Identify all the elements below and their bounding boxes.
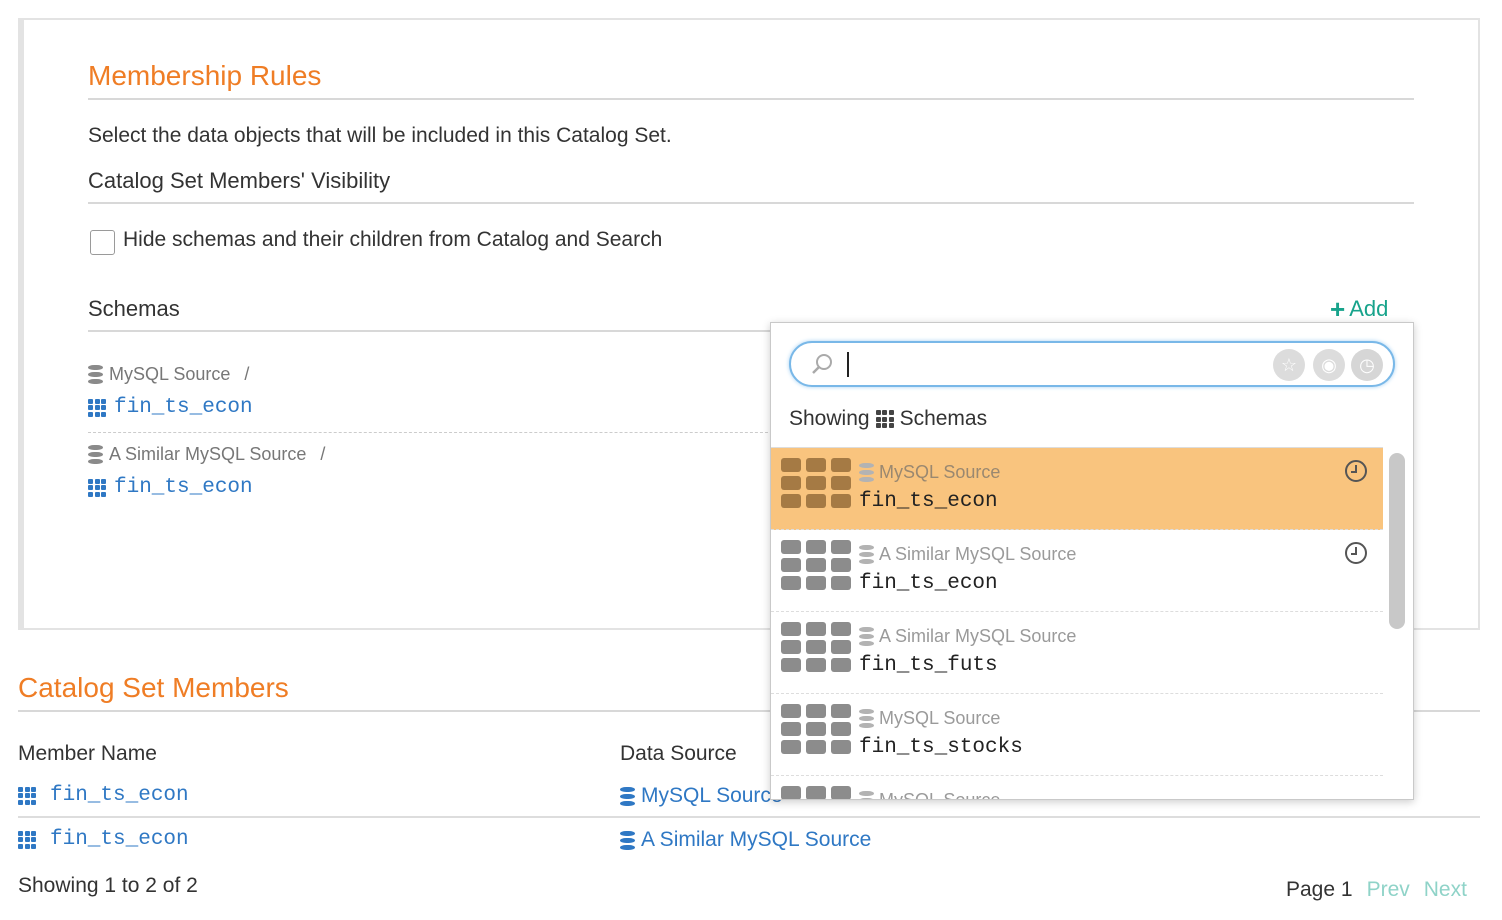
search-icon [812,354,832,374]
row-divider [18,816,1480,818]
schema-source-1: MySQL Source / [88,364,249,385]
item-source: A Similar MySQL Source [859,544,1076,565]
catalog-set-members-title: Catalog Set Members [18,672,289,703]
schema-results-list: MySQL Source fin_ts_econ A Similar MySQL… [771,447,1383,799]
plus-icon: + [1330,294,1346,324]
pagination-summary: Showing 1 to 2 of 2 [18,874,198,897]
item-source: A Similar MySQL Source [859,626,1076,647]
prev-page-link[interactable]: Prev [1367,878,1410,902]
database-icon [859,627,874,646]
database-icon [620,830,635,850]
divider [88,330,788,332]
column-header-member-name[interactable]: Member Name [18,742,157,766]
schema-grid-icon [88,478,106,497]
item-name: fin_ts_futs [859,654,998,677]
list-item[interactable]: A Similar MySQL Source fin_ts_futs [771,612,1383,694]
schema-name[interactable]: fin_ts_econ [114,396,253,419]
schema-picker-dropdown: ☆ ◉ ◷ Showing Schemas MySQL Source fin_t… [770,322,1414,800]
recent-clock-icon [1345,460,1367,482]
item-source: MySQL Source [859,462,1000,483]
recent-clock-icon [1345,542,1367,564]
data-source-link[interactable]: A Similar MySQL Source [620,828,871,852]
data-source-link[interactable]: MySQL Source [620,784,783,808]
hide-schemas-label[interactable]: Hide schemas and their children from Cat… [123,228,662,252]
database-icon [620,786,635,806]
database-icon [88,365,103,384]
schema-link-2[interactable]: fin_ts_econ [88,476,253,499]
schema-grid-icon [781,704,851,754]
schema-grid-icon [18,786,36,805]
next-page-link[interactable]: Next [1424,878,1467,902]
membership-description: Select the data objects that will be inc… [88,124,672,147]
hide-schemas-checkbox[interactable] [90,230,115,255]
database-icon [88,445,103,464]
schema-source-2: A Similar MySQL Source / [88,444,325,465]
add-label[interactable]: Add [1349,296,1388,322]
path-separator: / [244,364,250,384]
item-name: fin_ts_econ [859,490,998,513]
watched-filter-eye-icon[interactable]: ◉ [1313,349,1345,381]
showing-type-label: Showing Schemas [789,407,988,430]
column-header-data-source[interactable]: Data Source [620,742,737,766]
database-icon [859,463,874,482]
favorites-filter-star-icon[interactable]: ☆ [1273,349,1305,381]
membership-rules-title: Membership Rules [88,60,322,91]
page-indicator: Page 1 [1286,878,1353,901]
text-cursor [847,352,849,377]
recent-filter-clock-icon[interactable]: ◷ [1351,349,1383,381]
item-source: MySQL Source [859,790,1000,799]
database-icon [859,709,874,728]
schema-divider [88,432,788,433]
item-source: MySQL Source [859,708,1000,729]
schema-grid-icon [781,622,851,672]
item-name: fin_ts_stocks [859,736,1023,759]
item-name: fin_ts_econ [859,572,998,595]
schema-grid-icon [18,830,36,849]
schema-grid-icon [781,540,851,590]
schema-grid-icon [875,410,894,428]
schema-grid-icon [88,398,106,417]
divider [88,202,1414,204]
database-icon [859,791,874,799]
list-item[interactable]: MySQL Source fin_ts_stocks [771,694,1383,776]
list-item[interactable]: MySQL Source fin_ts_econ [771,448,1383,530]
member-name-link[interactable]: fin_ts_econ [18,784,189,807]
database-icon [859,545,874,564]
member-name-link[interactable]: fin_ts_econ [18,828,189,851]
schema-search-input[interactable]: ☆ ◉ ◷ [789,341,1395,387]
schema-name[interactable]: fin_ts_econ [114,476,253,499]
list-item[interactable]: A Similar MySQL Source fin_ts_econ [771,530,1383,612]
results-scrollbar[interactable] [1389,453,1405,629]
add-schema-button[interactable]: + Add [1330,296,1388,322]
schema-link-1[interactable]: fin_ts_econ [88,396,253,419]
divider [88,98,1414,100]
schema-source-name: A Similar MySQL Source [109,444,307,464]
visibility-heading: Catalog Set Members' Visibility [88,168,391,193]
list-item[interactable]: MySQL Source [771,776,1383,799]
schema-grid-icon [781,458,851,508]
path-separator: / [320,444,326,464]
schema-grid-icon [781,786,851,799]
schemas-heading: Schemas [88,296,180,321]
pagination: Page 1 Prev Next [1286,878,1467,902]
schema-source-name: MySQL Source [109,364,231,384]
